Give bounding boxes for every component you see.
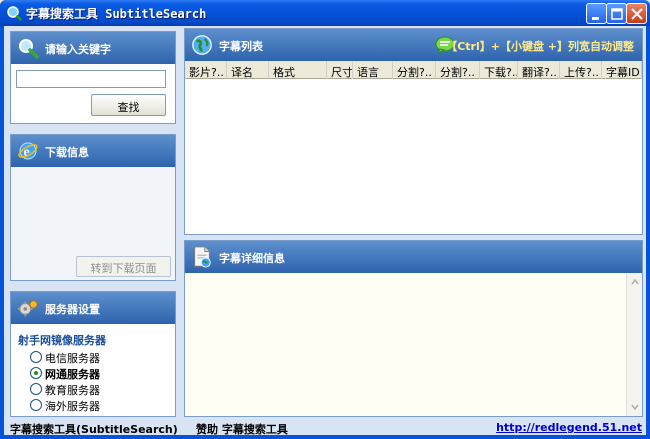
column-autosize-hint: 【Ctrl】+【小键盘 +】列宽自动调整 bbox=[446, 40, 634, 53]
scroll-down-icon[interactable] bbox=[629, 401, 641, 413]
server-panel: 服务器设置 射手网镜像服务器 电信服务器 网通服务器 教育服务器 海外服务器 bbox=[10, 291, 176, 417]
client-area: 请输入关键字 查找 e 下载信息 转到下载页面 服务器设置 射手网镜像服务器 电… bbox=[4, 26, 646, 437]
search-panel: 请输入关键字 查找 bbox=[10, 31, 176, 124]
minimize-button[interactable] bbox=[586, 3, 607, 24]
keyword-input[interactable] bbox=[16, 70, 166, 88]
radio-overseas[interactable] bbox=[30, 399, 42, 411]
column-header[interactable]: 尺寸 bbox=[327, 61, 353, 79]
server-option-label: 海外服务器 bbox=[45, 400, 100, 413]
subtitle-table-header: 影片?.. 译名 格式 尺寸 语言 分割?.. 分割?.. 下载?.. 翻译?.… bbox=[185, 61, 642, 79]
app-window: 字幕搜索工具 SubtitleSearch 请输入关键字 查找 e 下载信息 转… bbox=[0, 0, 650, 439]
server-option-label: 网通服务器 bbox=[45, 368, 100, 381]
server-option-label: 电信服务器 bbox=[45, 352, 100, 365]
status-bar: 字幕搜索工具(SubtitleSearch) 赞助 字幕搜索工具 http://… bbox=[4, 420, 646, 437]
minimize-icon bbox=[592, 17, 599, 20]
maximize-icon bbox=[611, 8, 623, 20]
subtitle-list-title: 字幕列表 bbox=[219, 40, 263, 53]
detail-text-area[interactable] bbox=[185, 273, 626, 416]
column-header[interactable]: 下载?.. bbox=[480, 61, 518, 79]
server-option-label: 教育服务器 bbox=[45, 384, 100, 397]
detail-scrollbar[interactable] bbox=[626, 273, 642, 416]
column-header[interactable]: 语言 bbox=[353, 61, 393, 79]
window-title: 字幕搜索工具 SubtitleSearch bbox=[26, 7, 207, 21]
magnifier-app-icon bbox=[7, 6, 22, 21]
gear-icon bbox=[17, 300, 38, 317]
subtitle-list-panel: 字幕列表 【Ctrl】+【小键盘 +】列宽自动调整 影片?.. 译名 格式 尺寸… bbox=[184, 28, 643, 235]
column-header[interactable]: 影片?.. bbox=[185, 61, 227, 79]
maximize-button[interactable] bbox=[606, 3, 627, 24]
homepage-link[interactable]: http://redlegend.51.net bbox=[496, 421, 642, 434]
download-panel-header: e 下载信息 bbox=[11, 135, 175, 167]
internet-explorer-icon: e bbox=[18, 142, 38, 160]
globe-icon bbox=[192, 35, 212, 55]
server-panel-header: 服务器设置 bbox=[11, 292, 175, 324]
column-header[interactable]: 分割?.. bbox=[436, 61, 480, 79]
search-panel-header: 请输入关键字 bbox=[11, 32, 175, 64]
close-icon bbox=[631, 8, 643, 20]
column-header[interactable]: 格式 bbox=[269, 61, 327, 79]
title-bar[interactable]: 字幕搜索工具 SubtitleSearch bbox=[0, 0, 650, 26]
detail-panel-title: 字幕详细信息 bbox=[219, 252, 285, 265]
radio-telecom[interactable] bbox=[30, 351, 42, 363]
window-frame-right bbox=[646, 26, 650, 439]
column-header[interactable]: 译名 bbox=[227, 61, 269, 79]
detail-panel: 字幕详细信息 bbox=[184, 240, 643, 417]
column-header[interactable]: 分割?.. bbox=[393, 61, 436, 79]
search-icon bbox=[19, 39, 39, 59]
radio-netcom[interactable] bbox=[30, 367, 42, 379]
column-header[interactable]: 字幕ID bbox=[602, 61, 642, 79]
goto-download-page-button[interactable]: 转到下载页面 bbox=[76, 256, 171, 277]
detail-panel-header: 字幕详细信息 bbox=[185, 241, 642, 273]
download-panel-title: 下载信息 bbox=[45, 146, 89, 159]
scroll-up-icon[interactable] bbox=[629, 276, 641, 288]
column-header[interactable]: 上传?.. bbox=[560, 61, 602, 79]
sponsor-link[interactable]: 赞助 字幕搜索工具 bbox=[196, 421, 288, 437]
server-panel-title: 服务器设置 bbox=[45, 303, 100, 316]
status-app-name: 字幕搜索工具(SubtitleSearch) bbox=[10, 423, 178, 436]
document-icon bbox=[194, 246, 211, 268]
radio-education[interactable] bbox=[30, 383, 42, 395]
mirror-group-label: 射手网镜像服务器 bbox=[18, 334, 106, 347]
subtitle-list-body[interactable] bbox=[185, 79, 642, 234]
download-panel: e 下载信息 转到下载页面 bbox=[10, 134, 176, 281]
subtitle-list-header: 字幕列表 【Ctrl】+【小键盘 +】列宽自动调整 bbox=[185, 29, 642, 61]
column-header[interactable]: 翻译?.. bbox=[518, 61, 560, 79]
search-button[interactable]: 查找 bbox=[91, 94, 166, 116]
close-button[interactable] bbox=[626, 3, 647, 24]
search-panel-title: 请输入关键字 bbox=[45, 43, 111, 56]
